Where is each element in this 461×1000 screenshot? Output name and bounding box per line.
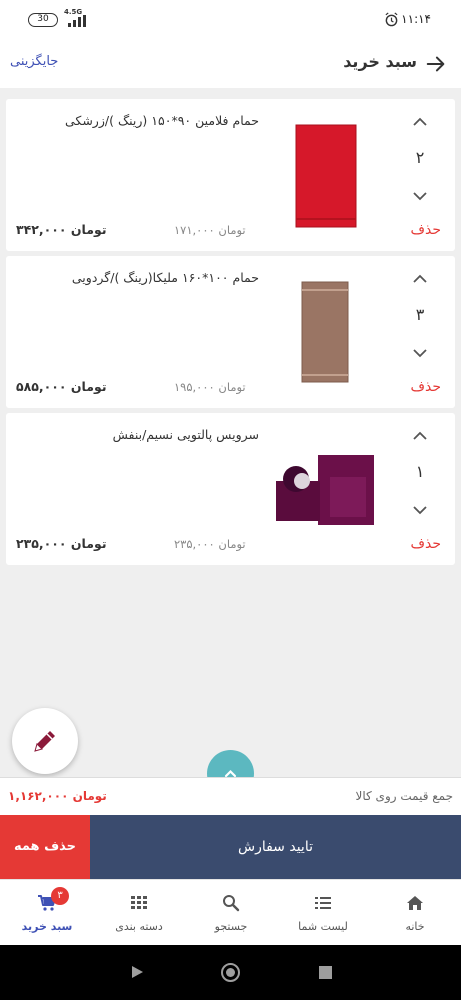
cart-item: سرویس پالتویی نسیم/بنفش ۱ حذف ۲۳۵,۰۰۰ تو…	[6, 413, 455, 565]
quantity-value: ۳	[415, 305, 425, 324]
recents-square-icon[interactable]	[318, 965, 333, 980]
summary-label: جمع قیمت روی کالا	[355, 789, 453, 803]
chevron-up-icon[interactable]	[411, 272, 429, 286]
arrow-right-icon[interactable]	[425, 53, 447, 75]
chevron-up-icon[interactable]	[411, 115, 429, 129]
status-bar: 30 4.5G ۱۱:۱۴	[0, 0, 461, 40]
product-name[interactable]: حمام ۱۰۰*۱۶۰ ملیکا(رینگ )/گردویی	[72, 270, 259, 285]
nav-label: جستجو	[214, 920, 248, 933]
delete-button[interactable]: حذف	[410, 222, 441, 238]
search-icon	[223, 895, 240, 912]
product-image[interactable]	[300, 280, 352, 386]
unit-price: ۲۳۵,۰۰۰ تومان	[174, 537, 246, 551]
battery-icon: 30	[28, 13, 58, 27]
nav-categories[interactable]: دسته بندی	[93, 880, 185, 946]
alarm-icon	[385, 12, 398, 27]
chevron-down-icon[interactable]	[411, 503, 429, 517]
bottom-nav: خانه لیست شما جستجو دسته بندی ۳ سبد خرید	[0, 879, 461, 945]
pencil-icon	[34, 731, 55, 752]
unit-price: ۱۷۱,۰۰۰ تومان	[174, 223, 246, 237]
chevron-down-icon[interactable]	[411, 346, 429, 360]
nav-label: خانه	[405, 920, 425, 933]
nav-label: دسته بندی	[115, 920, 163, 933]
nav-label: سبد خرید	[21, 920, 73, 933]
system-nav-bar	[0, 945, 461, 1000]
nav-list[interactable]: لیست شما	[277, 880, 369, 946]
price-summary: جمع قیمت روی کالا ۱,۱۶۲,۰۰۰ تومان	[0, 777, 461, 815]
delete-button[interactable]: حذف	[410, 536, 441, 552]
quantity-value: ۲	[415, 148, 425, 167]
product-name[interactable]: سرویس پالتویی نسیم/بنفش	[113, 427, 259, 442]
summary-value: ۱,۱۶۲,۰۰۰ تومان	[8, 789, 107, 803]
cart-item: حمام ۱۰۰*۱۶۰ ملیکا(رینگ )/گردویی ۳ حذف ۱…	[6, 256, 455, 408]
action-row: حذف همه تایید سفارش	[0, 815, 461, 879]
total-price: ۲۳۵,۰۰۰ تومان	[16, 536, 107, 551]
battery-level: 30	[37, 14, 49, 24]
product-name[interactable]: حمام فلامین ۹۰*۱۵۰ (رینگ )/زرشکی	[65, 113, 259, 128]
app-header: سبد خرید جایگزینی	[0, 40, 461, 88]
clock: ۱۱:۱۴	[401, 12, 431, 26]
grid-icon	[131, 896, 147, 909]
page-title: سبد خرید	[343, 52, 417, 71]
alternatives-link[interactable]: جایگزینی	[10, 54, 58, 69]
nav-search[interactable]: جستجو	[185, 880, 277, 946]
nav-home[interactable]: خانه	[369, 880, 461, 946]
total-price: ۳۴۲,۰۰۰ تومان	[16, 222, 107, 237]
home-icon	[407, 896, 423, 910]
delete-all-button[interactable]: حذف همه	[0, 815, 90, 879]
home-circle-icon[interactable]	[220, 962, 241, 983]
product-image[interactable]	[274, 451, 378, 529]
delete-button[interactable]: حذف	[410, 379, 441, 395]
cart-item: حمام فلامین ۹۰*۱۵۰ (رینگ )/زرشکی ۲ حذف ۱…	[6, 99, 455, 251]
nav-label: لیست شما	[298, 920, 348, 933]
chevron-up-icon[interactable]	[411, 429, 429, 443]
total-price: ۵۸۵,۰۰۰ تومان	[16, 379, 107, 394]
edit-button[interactable]	[12, 708, 78, 774]
confirm-order-button[interactable]: تایید سفارش	[90, 815, 461, 879]
back-triangle-icon[interactable]	[129, 964, 145, 980]
unit-price: ۱۹۵,۰۰۰ تومان	[174, 380, 246, 394]
nav-cart[interactable]: ۳ سبد خرید	[1, 880, 93, 946]
product-image[interactable]	[294, 123, 360, 229]
signal-icon	[68, 15, 88, 27]
quantity-value: ۱	[415, 462, 425, 481]
cart-badge: ۳	[51, 887, 69, 905]
list-icon	[315, 897, 331, 909]
chevron-down-icon[interactable]	[411, 189, 429, 203]
